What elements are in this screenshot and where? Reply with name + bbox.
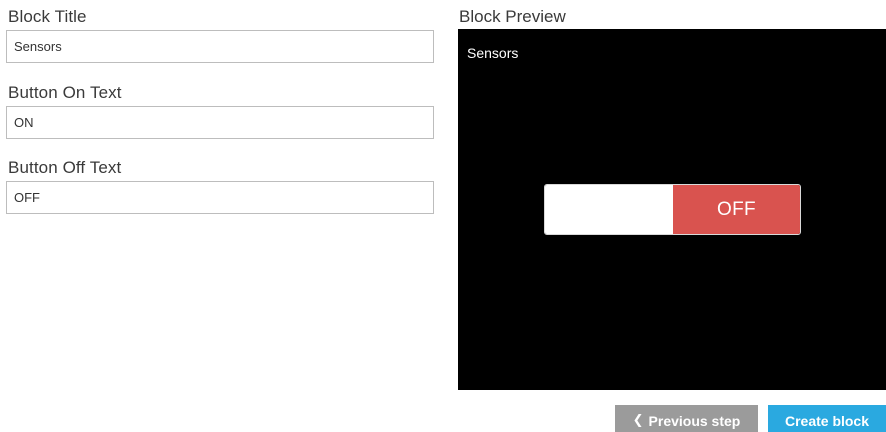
block-preview-panel: Sensors OFF	[458, 29, 886, 390]
create-block-label: Create block	[784, 412, 870, 429]
block-title-input[interactable]	[6, 30, 434, 63]
previous-step-button[interactable]: ❮ Previous step	[615, 405, 758, 432]
preview-toggle-switch[interactable]: OFF	[544, 184, 801, 235]
previous-step-label: Previous step	[648, 412, 741, 429]
button-off-text-input[interactable]	[6, 181, 434, 214]
chevron-left-icon: ❮	[632, 411, 644, 427]
toggle-on-segment[interactable]	[545, 185, 673, 234]
button-on-text-input[interactable]	[6, 106, 434, 139]
block-editor: Block Title Button On Text Button Off Te…	[0, 0, 886, 432]
button-on-text-label: Button On Text	[8, 83, 122, 102]
create-block-button[interactable]: Create block	[768, 405, 886, 432]
toggle-off-segment[interactable]: OFF	[673, 185, 800, 234]
button-off-text-label: Button Off Text	[8, 158, 122, 177]
block-title-label: Block Title	[8, 7, 87, 26]
preview-block-title: Sensors	[467, 45, 519, 61]
block-preview-label: Block Preview	[459, 7, 566, 26]
